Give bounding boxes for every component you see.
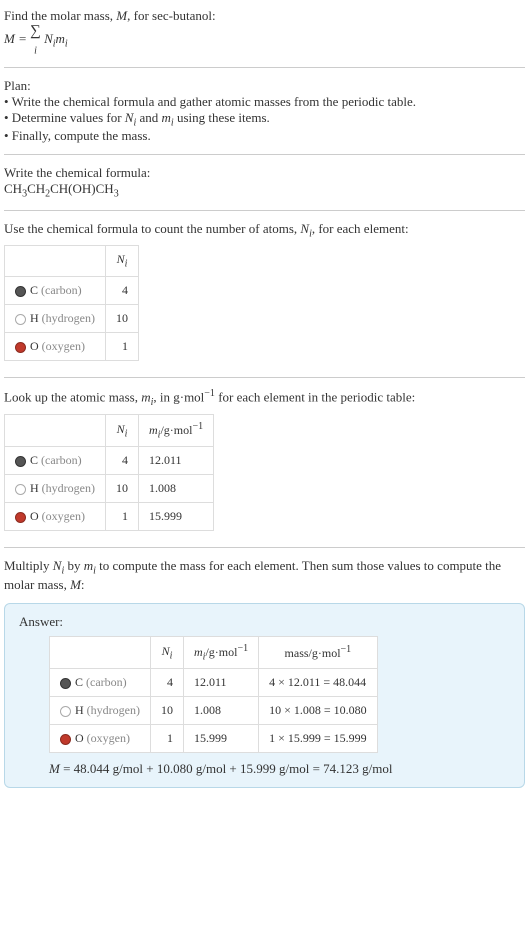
element-hydrogen: H (hydrogen)	[5, 475, 106, 503]
n-carbon: 4	[106, 447, 139, 475]
table-row: O (oxygen) 1	[5, 332, 139, 360]
intro-text-suffix: , for sec-butanol:	[127, 8, 215, 23]
element-hydrogen: H (hydrogen)	[50, 697, 151, 725]
empty-header	[5, 414, 106, 446]
table-row: H (hydrogen) 10 1.008 10 × 1.008 = 10.08…	[50, 697, 378, 725]
chemical-formula-section: Write the chemical formula: CH3CH2CH(OH)…	[4, 161, 525, 204]
oxygen-dot-icon	[15, 512, 26, 523]
table-row: H (hydrogen) 10 1.008	[5, 475, 214, 503]
plan-title: Plan:	[4, 78, 525, 94]
element-carbon: C (carbon)	[5, 276, 106, 304]
answer-label: Answer:	[19, 614, 510, 630]
m-oxygen: 15.999	[139, 503, 214, 531]
n-hydrogen: 10	[106, 475, 139, 503]
oxygen-dot-icon	[60, 734, 71, 745]
calc-carbon: 4 × 12.011 = 48.044	[259, 669, 378, 697]
count-section: Use the chemical formula to count the nu…	[4, 217, 525, 371]
answer-box: Answer: Ni mi/g·mol−1 mass/g·mol−1 C (ca…	[4, 603, 525, 788]
table-row: O (oxygen) 1 15.999	[5, 503, 214, 531]
chemical-formula: CH3CH2CH(OH)CH3	[4, 181, 525, 200]
n-hydrogen: 10	[151, 697, 184, 725]
table-row: O (oxygen) 1 15.999 1 × 15.999 = 15.999	[50, 725, 378, 753]
divider	[4, 547, 525, 548]
divider	[4, 377, 525, 378]
plan-bullet-2: • Determine values for Ni and mi using t…	[4, 110, 525, 129]
final-result: M = 48.044 g/mol + 10.080 g/mol + 15.999…	[49, 761, 510, 777]
plan-bullet-1: • Write the chemical formula and gather …	[4, 94, 525, 110]
plan-section: Plan: • Write the chemical formula and g…	[4, 74, 525, 149]
count-hydrogen: 10	[106, 304, 139, 332]
plan-bullet-3: • Finally, compute the mass.	[4, 128, 525, 144]
mass-section: Look up the atomic mass, mi, in g·mol−1 …	[4, 384, 525, 541]
table-row: C (carbon) 4 12.011	[5, 447, 214, 475]
intro-text: Find the molar mass,	[4, 8, 116, 23]
divider	[4, 210, 525, 211]
intro: Find the molar mass, M, for sec-butanol:…	[4, 4, 525, 61]
oxygen-dot-icon	[15, 342, 26, 353]
hydrogen-dot-icon	[15, 484, 26, 495]
molar-mass-equation: M = ∑i Nimi	[4, 31, 68, 46]
table-header-row: Ni mi/g·mol−1 mass/g·mol−1	[50, 636, 378, 668]
chemical-formula-title: Write the chemical formula:	[4, 165, 525, 181]
m-carbon: 12.011	[139, 447, 214, 475]
header-Ni: Ni	[106, 246, 139, 276]
m-hydrogen: 1.008	[184, 697, 259, 725]
m-carbon: 12.011	[184, 669, 259, 697]
element-oxygen: O (oxygen)	[5, 503, 106, 531]
hydrogen-dot-icon	[60, 706, 71, 717]
carbon-dot-icon	[15, 456, 26, 467]
carbon-dot-icon	[15, 286, 26, 297]
empty-header	[50, 636, 151, 668]
calc-oxygen: 1 × 15.999 = 15.999	[259, 725, 378, 753]
header-mass: mass/g·mol−1	[259, 636, 378, 668]
count-oxygen: 1	[106, 332, 139, 360]
header-Ni: Ni	[151, 636, 184, 668]
carbon-dot-icon	[60, 678, 71, 689]
count-table: Ni C (carbon) 4 H (hydrogen) 10 O (oxyge…	[4, 245, 139, 360]
element-carbon: C (carbon)	[50, 669, 151, 697]
n-oxygen: 1	[106, 503, 139, 531]
calc-hydrogen: 10 × 1.008 = 10.080	[259, 697, 378, 725]
element-oxygen: O (oxygen)	[5, 332, 106, 360]
header-mi: mi/g·mol−1	[139, 414, 214, 446]
intro-var-M: M	[116, 8, 127, 23]
table-header-row: Ni	[5, 246, 139, 276]
m-hydrogen: 1.008	[139, 475, 214, 503]
hydrogen-dot-icon	[15, 314, 26, 325]
table-row: C (carbon) 4 12.011 4 × 12.011 = 48.044	[50, 669, 378, 697]
n-carbon: 4	[151, 669, 184, 697]
table-header-row: Ni mi/g·mol−1	[5, 414, 214, 446]
count-carbon: 4	[106, 276, 139, 304]
mass-table: Ni mi/g·mol−1 C (carbon) 4 12.011 H (hyd…	[4, 414, 214, 531]
multiply-section: Multiply Ni by mi to compute the mass fo…	[4, 554, 525, 597]
n-oxygen: 1	[151, 725, 184, 753]
table-row: H (hydrogen) 10	[5, 304, 139, 332]
mass-text: Look up the atomic mass, mi, in g·mol−1 …	[4, 388, 525, 408]
header-mi: mi/g·mol−1	[184, 636, 259, 668]
element-hydrogen: H (hydrogen)	[5, 304, 106, 332]
empty-header	[5, 246, 106, 276]
answer-table: Ni mi/g·mol−1 mass/g·mol−1 C (carbon) 4 …	[49, 636, 378, 753]
divider	[4, 154, 525, 155]
element-carbon: C (carbon)	[5, 447, 106, 475]
count-text: Use the chemical formula to count the nu…	[4, 221, 525, 240]
m-oxygen: 15.999	[184, 725, 259, 753]
divider	[4, 67, 525, 68]
element-oxygen: O (oxygen)	[50, 725, 151, 753]
header-Ni: Ni	[106, 414, 139, 446]
table-row: C (carbon) 4	[5, 276, 139, 304]
